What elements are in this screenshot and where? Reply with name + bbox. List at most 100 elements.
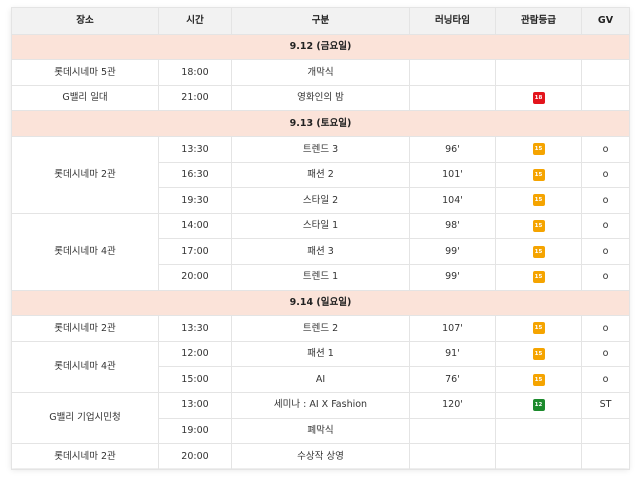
gv-cell: o: [581, 238, 630, 265]
running-time-cell: [409, 443, 496, 470]
rating-badge-icon: 12: [532, 399, 545, 412]
gv-cell: o: [581, 340, 630, 368]
gv-cell: [581, 443, 630, 470]
time-cell: 16:30: [158, 161, 232, 189]
venue-cell: 롯데시네마 4관: [11, 212, 159, 291]
gv-cell: o: [581, 366, 630, 393]
time-cell: 17:00: [158, 238, 232, 265]
running-time-cell: 98': [409, 212, 496, 240]
header-row: 장소 시간 구분 러닝타임 관람등급 GV: [11, 7, 630, 35]
table-header: 장소 시간 구분 러닝타임 관람등급 GV: [11, 7, 630, 35]
day-row: 9.14 (일요일): [11, 289, 630, 317]
type-cell: 트렌드 1: [231, 263, 410, 291]
rating-badge-icon: 15: [532, 373, 545, 386]
time-cell: 21:00: [158, 84, 232, 112]
gv-cell: o: [581, 187, 630, 214]
table-row: 롯데시네마 2관 20:00 수상작 상영: [11, 443, 630, 470]
venue-cell: G밸리 일대: [11, 84, 159, 112]
type-cell: 영화인의 밤: [231, 84, 410, 112]
rating-cell: [495, 443, 582, 470]
running-time-cell: 120': [409, 391, 496, 419]
rating-cell: 15: [495, 161, 582, 189]
rating-badge-icon: 15: [532, 245, 545, 258]
venue-cell: 롯데시네마 2관: [11, 135, 159, 214]
rating-badge-icon: 15: [532, 168, 545, 181]
day-row: 9.13 (토요일): [11, 110, 630, 137]
time-cell: 20:00: [158, 443, 232, 470]
type-cell: 패션 1: [231, 340, 410, 368]
rating-cell: 15: [495, 212, 582, 240]
rating-cell: [495, 417, 582, 445]
type-cell: 스타일 2: [231, 187, 410, 214]
table-row: G밸리 기업시민청 13:00 세미나 : AI X Fashion 120' 12 ST: [11, 391, 630, 445]
rating-badge-icon: 15: [532, 271, 545, 284]
header-running-time: 러닝타임: [409, 7, 496, 35]
time-cell: 20:00: [158, 263, 232, 291]
gv-cell: [581, 417, 630, 445]
header-time: 시간: [158, 7, 232, 35]
gv-cell: ST: [581, 391, 630, 419]
venue-cell: 롯데시네마 2관: [11, 315, 159, 342]
rating-badge-icon: 18: [532, 92, 545, 105]
day-label: 9.14 (일요일): [11, 289, 630, 317]
type-cell: 트렌드 2: [231, 315, 410, 342]
running-time-cell: 104': [409, 187, 496, 214]
running-time-cell: 107': [409, 315, 496, 342]
day-row: 9.12 (금요일): [11, 33, 630, 61]
rating-cell: 15: [495, 187, 582, 214]
gv-cell: o: [581, 161, 630, 189]
running-time-cell: 76': [409, 366, 496, 393]
rating-badge-icon: 15: [532, 220, 545, 233]
gv-cell: o: [581, 263, 630, 291]
rating-cell: 15: [495, 263, 582, 291]
time-cell: 13:30: [158, 315, 232, 342]
header-venue: 장소: [11, 7, 159, 35]
table-body: 9.12 (금요일) 롯데시네마 5관 18:00 개막식 G밸리 일대 21:00 영화인…: [11, 33, 630, 470]
type-cell: AI: [231, 366, 410, 393]
venue-cell: 롯데시네마 2관: [11, 443, 159, 470]
time-cell: 19:00: [158, 417, 232, 445]
running-time-cell: 96': [409, 135, 496, 163]
gv-cell: o: [581, 315, 630, 342]
time-cell: 18:00: [158, 59, 232, 86]
type-cell: 패션 3: [231, 238, 410, 265]
type-cell: 폐막식: [231, 417, 410, 445]
type-cell: 스타일 1: [231, 212, 410, 240]
schedule-table-container: 장소 시간 구분 러닝타임 관람등급 GV 9.12 (금요일) 롯데시네마 5관…: [11, 7, 630, 470]
rating-badge-icon: 15: [532, 348, 545, 361]
table-row: 롯데시네마 4관 14:00 스타일 1 98' 15 o: [11, 212, 630, 291]
running-time-cell: [409, 417, 496, 445]
gv-cell: o: [581, 212, 630, 240]
type-cell: 패션 2: [231, 161, 410, 189]
gv-cell: [581, 84, 630, 112]
rating-badge-icon: 15: [532, 143, 545, 156]
rating-cell: 15: [495, 366, 582, 393]
type-cell: 개막식: [231, 59, 410, 86]
venue-cell: 롯데시네마 5관: [11, 59, 159, 86]
schedule-table: 장소 시간 구분 러닝타임 관람등급 GV 9.12 (금요일) 롯데시네마 5관…: [11, 7, 630, 470]
running-time-cell: 91': [409, 340, 496, 368]
day-label: 9.12 (금요일): [11, 33, 630, 61]
day-label: 9.13 (토요일): [11, 110, 630, 137]
rating-cell: [495, 59, 582, 86]
venue-cell: G밸리 기업시민청: [11, 391, 159, 445]
rating-cell: 15: [495, 340, 582, 368]
table-row: 롯데시네마 2관 13:30 트렌드 2 107' 15 o: [11, 315, 630, 342]
type-cell: 세미나 : AI X Fashion: [231, 391, 410, 419]
time-cell: 15:00: [158, 366, 232, 393]
type-cell: 수상작 상영: [231, 443, 410, 470]
rating-cell: 15: [495, 238, 582, 265]
running-time-cell: 99': [409, 238, 496, 265]
table-row: G밸리 일대 21:00 영화인의 밤 18: [11, 84, 630, 112]
header-gv: GV: [581, 7, 630, 35]
venue-cell: 롯데시네마 4관: [11, 340, 159, 393]
gv-cell: [581, 59, 630, 86]
header-rating: 관람등급: [495, 7, 582, 35]
time-cell: 14:00: [158, 212, 232, 240]
time-cell: 19:30: [158, 187, 232, 214]
rating-cell: 15: [495, 135, 582, 163]
time-cell: 13:00: [158, 391, 232, 419]
running-time-cell: [409, 59, 496, 86]
gv-cell: o: [581, 135, 630, 163]
running-time-cell: [409, 84, 496, 112]
